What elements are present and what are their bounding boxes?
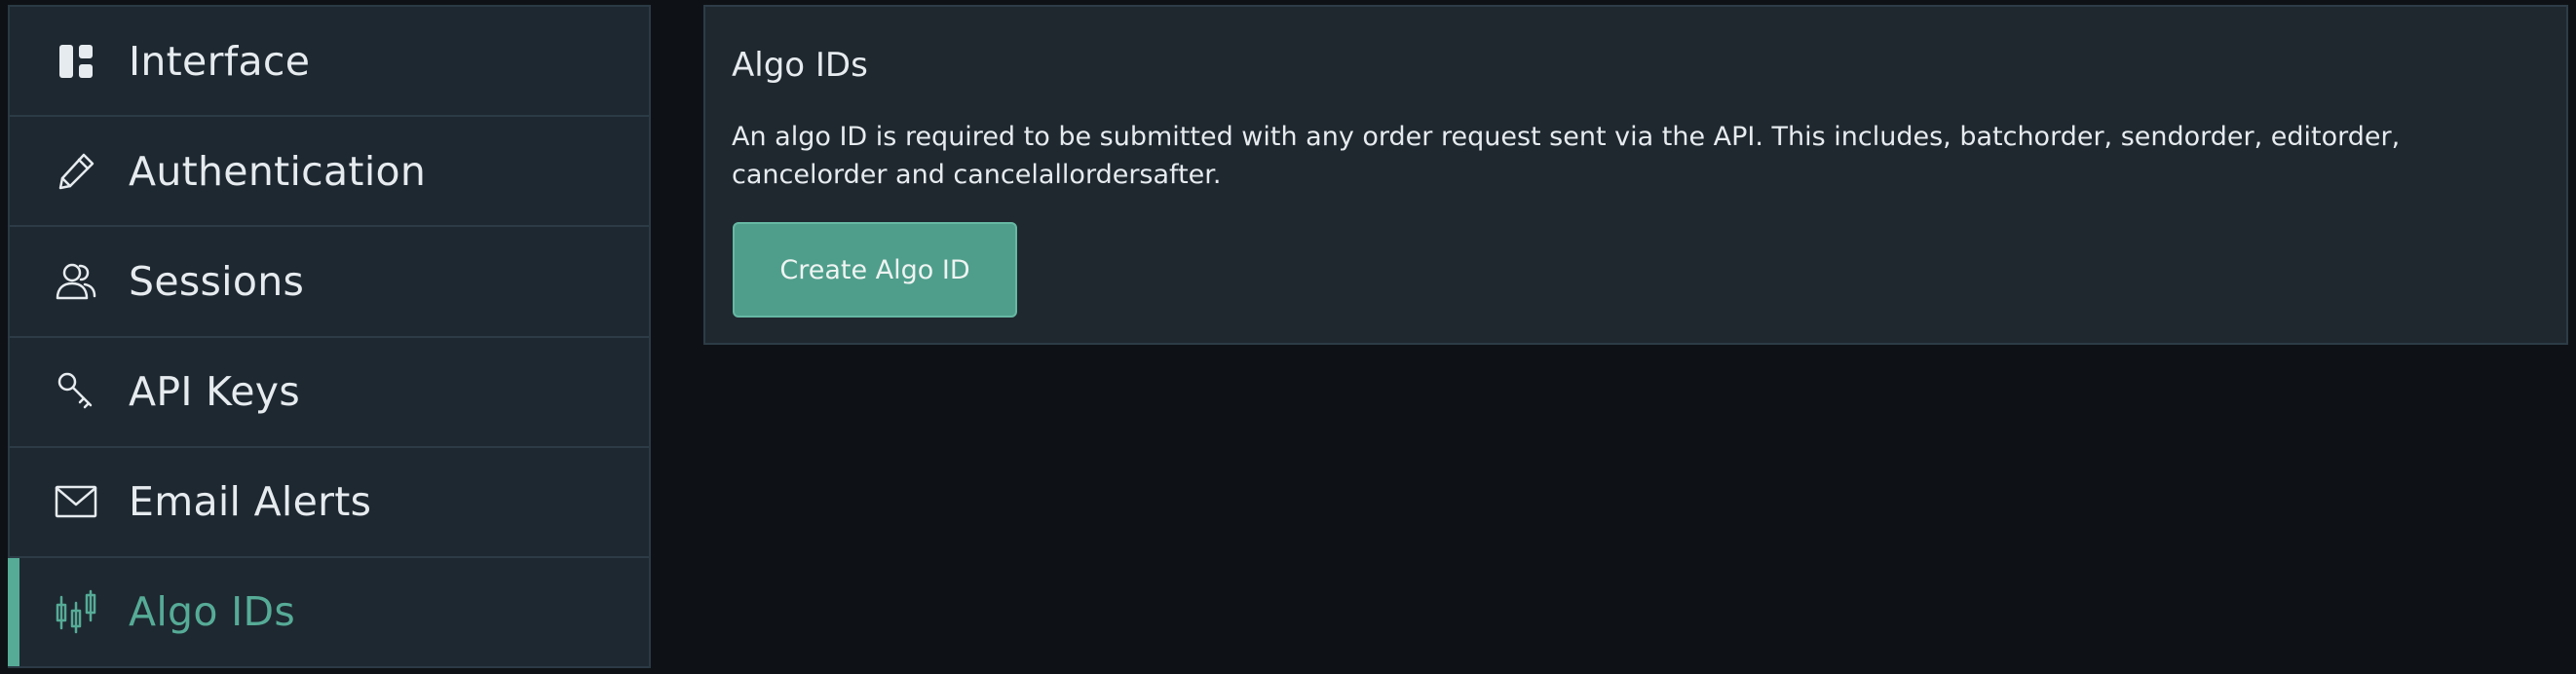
sidebar-item-email-alerts[interactable]: Email Alerts bbox=[10, 448, 649, 558]
sidebar-item-label: Interface bbox=[129, 37, 311, 85]
sidebar-item-label: Algo IDs bbox=[129, 588, 296, 636]
settings-sidebar: Interface Authentication Sessions API Ke… bbox=[8, 5, 651, 668]
panel-description: An algo ID is required to be submitted w… bbox=[732, 122, 2401, 190]
users-icon bbox=[49, 254, 103, 309]
sidebar-item-interface[interactable]: Interface bbox=[10, 7, 649, 118]
sidebar-item-label: Authentication bbox=[129, 147, 427, 195]
create-algo-id-button[interactable]: Create Algo ID bbox=[733, 222, 1017, 318]
algo-ids-panel: Algo IDs An algo ID is required to be su… bbox=[703, 5, 2568, 345]
panel-title: Algo IDs bbox=[732, 46, 868, 85]
sidebar-item-algo-ids[interactable]: Algo IDs bbox=[8, 557, 649, 667]
pen-icon bbox=[49, 144, 103, 199]
candlestick-icon bbox=[49, 584, 103, 639]
dashboard-icon bbox=[49, 34, 103, 89]
envelope-icon bbox=[49, 474, 103, 529]
sidebar-item-label: Sessions bbox=[129, 257, 305, 305]
key-icon bbox=[49, 364, 103, 419]
sidebar-item-authentication[interactable]: Authentication bbox=[10, 117, 649, 228]
sidebar-item-label: API Keys bbox=[129, 368, 300, 416]
sidebar-item-sessions[interactable]: Sessions bbox=[10, 227, 649, 338]
sidebar-item-api-keys[interactable]: API Keys bbox=[10, 338, 649, 448]
sidebar-item-label: Email Alerts bbox=[129, 478, 372, 526]
